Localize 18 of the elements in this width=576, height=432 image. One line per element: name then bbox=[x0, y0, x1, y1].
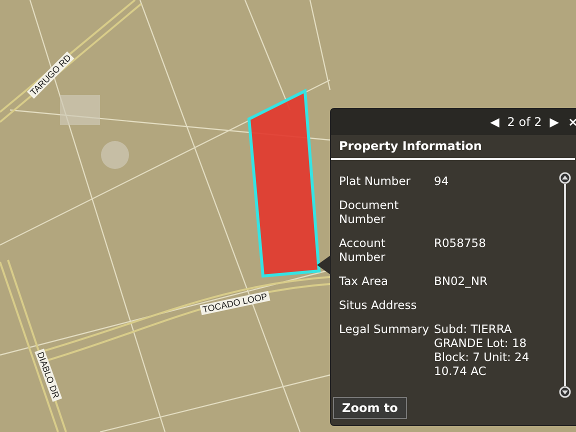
field-value: Subd: TIERRA GRANDE Lot: 18 Block: 7 Unit: 24 10.74 AC bbox=[434, 322, 530, 378]
next-button[interactable]: ▶ bbox=[550, 115, 559, 129]
field-label: Legal Summary bbox=[339, 322, 430, 338]
parcel-polygon[interactable] bbox=[247, 88, 321, 278]
popup-title: Property Information bbox=[331, 135, 575, 160]
field-label: Situs Address bbox=[339, 298, 418, 312]
scroll-down-icon[interactable] bbox=[559, 386, 571, 398]
scroll-up-icon[interactable] bbox=[559, 172, 571, 184]
previous-button[interactable]: ◀ bbox=[490, 115, 500, 129]
field-value: R058758 bbox=[434, 236, 487, 252]
field-value: 94 bbox=[434, 174, 450, 188]
field-label: Plat Number bbox=[339, 174, 412, 188]
zoom-to-button[interactable]: Zoom to bbox=[333, 397, 407, 419]
page-counter: 2 of 2 bbox=[507, 115, 542, 129]
field-label: Account Number bbox=[339, 236, 386, 264]
field-value: BN02_NR bbox=[434, 274, 488, 288]
field-label: Document Number bbox=[339, 198, 400, 226]
field-label: Tax Area bbox=[339, 274, 390, 288]
